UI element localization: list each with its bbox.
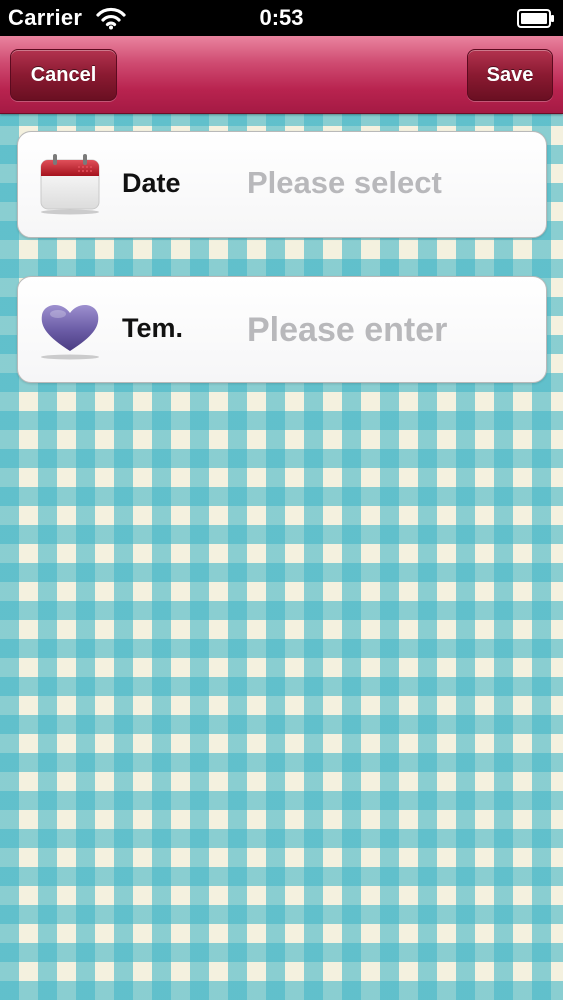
temperature-input-placeholder[interactable]: Please enter — [247, 311, 447, 350]
navigation-bar: Cancel Save — [0, 36, 563, 114]
heart-icon — [38, 297, 102, 361]
calendar-icon — [38, 152, 102, 216]
clock-label: 0:53 — [259, 5, 304, 30]
date-select-placeholder[interactable]: Please select — [247, 165, 442, 201]
battery-icon — [517, 9, 555, 28]
status-bar: Carrier 0:53 — [0, 0, 563, 36]
temperature-row[interactable]: Tem. Please enter — [17, 276, 547, 383]
save-button[interactable]: Save — [467, 49, 553, 101]
cancel-button[interactable]: Cancel — [10, 49, 117, 101]
date-label: Date — [122, 168, 181, 198]
temperature-label: Tem. — [122, 313, 184, 343]
date-row[interactable]: Date Please select — [17, 131, 547, 238]
